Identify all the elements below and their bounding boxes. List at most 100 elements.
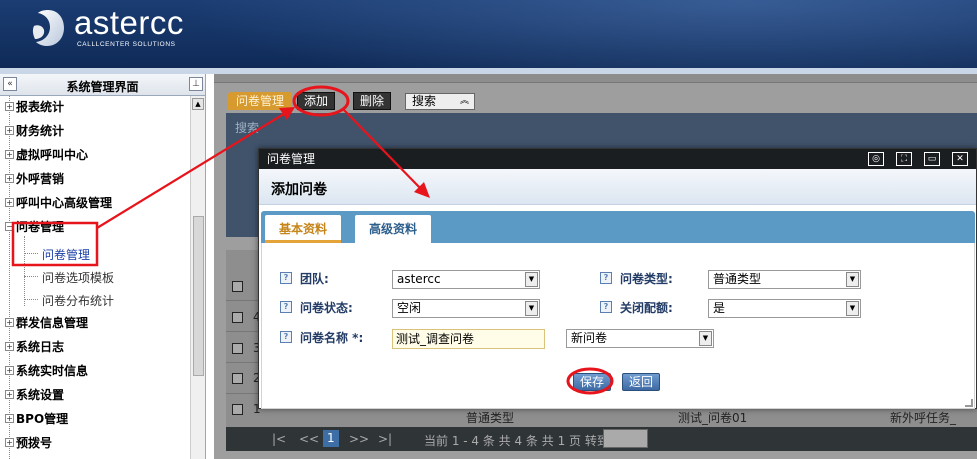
brand-name: astercc (74, 4, 184, 41)
scroll-thumb[interactable] (193, 216, 204, 376)
team-select-value: astercc (397, 272, 441, 286)
sidebar-pin-button[interactable]: ⊥ (189, 77, 203, 91)
first-page-button[interactable]: |< (272, 432, 286, 446)
survey-name-input[interactable]: 测试_调查问卷 (392, 329, 545, 349)
expand-icon[interactable]: + (5, 174, 14, 183)
survey-type-label: 问卷类型: (620, 272, 673, 286)
expand-icon[interactable]: + (5, 150, 14, 159)
survey-name-select[interactable]: 新问卷 ▼ (566, 329, 714, 348)
sidebar-item-system-log[interactable]: + 系统日志 (0, 338, 64, 360)
dialog-window-title: 问卷管理 (267, 152, 316, 166)
last-page-button[interactable]: >| (378, 432, 392, 446)
table-cell-type: 普通类型 (466, 411, 515, 425)
search-toggle-button[interactable]: 搜索 ︽ (405, 93, 475, 110)
close-quota-select[interactable]: 是 ▼ (708, 299, 861, 318)
resize-handle[interactable] (965, 399, 973, 407)
brand-tagline: CALLLCENTER SOLUTIONS (77, 41, 176, 48)
expand-icon[interactable]: + (5, 102, 14, 111)
expand-icon[interactable]: + (5, 414, 14, 423)
expand-icon[interactable]: + (5, 126, 14, 135)
next-page-button[interactable]: >> (349, 432, 369, 446)
dialog-header: 添加问卷 (259, 169, 976, 205)
row-checkbox[interactable] (232, 312, 243, 323)
subtree-connector (24, 236, 25, 306)
chevron-down-icon: ▼ (699, 331, 712, 346)
expand-icon[interactable]: + (5, 390, 14, 399)
astercc-logo-icon (32, 10, 64, 46)
sidebar-title: 系统管理界面 (66, 80, 139, 94)
sidebar-item-reports[interactable]: + 报表统计 (0, 98, 64, 120)
survey-name-select-value: 新问卷 (571, 331, 608, 345)
pager-summary: 当前 1 - 4 条 共 4 条 共 1 页 转到 (424, 434, 609, 448)
close-icon[interactable]: ✕ (952, 152, 968, 166)
save-button[interactable]: 保存 (573, 373, 612, 391)
survey-status-value: 空闲 (397, 301, 422, 315)
collapse-icon[interactable]: − (5, 222, 14, 231)
chevron-down-icon: ▼ (525, 301, 538, 316)
help-icon[interactable]: ? (280, 301, 292, 313)
sidebar-item-survey-management[interactable]: − 问卷管理 (0, 218, 64, 240)
survey-type-select[interactable]: 普通类型 ▼ (708, 270, 861, 289)
sidebar-item-bpo[interactable]: + BPO管理 (0, 410, 68, 432)
help-icon[interactable]: ? (280, 272, 292, 284)
close-quota-label: 关闭配额: (620, 301, 673, 315)
add-button[interactable]: 添加 (297, 92, 336, 110)
sidebar-subitem-distribution-stats[interactable]: 问卷分布统计 (42, 292, 114, 309)
prev-page-button[interactable]: << (299, 432, 319, 446)
help-icon[interactable]: ? (600, 301, 612, 313)
goto-page-input[interactable] (603, 429, 648, 448)
dialog-heading: 添加问卷 (271, 182, 327, 198)
header-glow (180, 0, 977, 68)
sidebar-item-broadcast[interactable]: + 群发信息管理 (0, 314, 88, 336)
expand-icon[interactable]: + (5, 342, 14, 351)
team-select[interactable]: astercc ▼ (392, 270, 540, 289)
scroll-up-icon[interactable]: ▲ (192, 98, 204, 110)
expand-icon[interactable]: + (5, 198, 14, 207)
chevron-down-icon: ▼ (846, 272, 859, 287)
sidebar-item-system-realtime[interactable]: + 系统实时信息 (0, 362, 88, 384)
expand-icon[interactable]: + (5, 366, 14, 375)
row-checkbox[interactable] (232, 404, 243, 415)
table-cell-name: 测试_问卷01 (678, 411, 748, 425)
chevron-down-icon: ▼ (846, 301, 859, 316)
row-checkbox[interactable] (232, 343, 243, 354)
sidebar-item-virtual-callcenter[interactable]: + 虚拟呼叫中心 (0, 146, 88, 168)
back-button[interactable]: 返回 (622, 373, 661, 391)
restore-icon[interactable]: ◎ (868, 152, 884, 166)
survey-status-select[interactable]: 空闲 ▼ (392, 299, 540, 318)
expand-icon[interactable]: + (5, 318, 14, 327)
sidebar-subitem-survey[interactable]: 问卷管理 (42, 246, 90, 263)
sidebar-subitem-option-template[interactable]: 问卷选项模板 (42, 269, 114, 286)
delete-button[interactable]: 删除 (353, 92, 392, 110)
subtree-branch (24, 276, 38, 277)
dialog-titlebar: 问卷管理 ◎ ⛶ ▭ ✕ (259, 149, 976, 169)
expand-icon[interactable]: + (5, 438, 14, 447)
double-chevron-up-icon: ︽ (459, 96, 469, 106)
help-icon[interactable]: ? (600, 272, 612, 284)
sidebar-item-predial[interactable]: + 预拨号 (0, 434, 52, 456)
sidebar-item-system-settings[interactable]: + 系统设置 (0, 386, 64, 408)
minimize-icon[interactable]: ▭ (924, 152, 940, 166)
sidebar-tree: + 报表统计 + 财务统计 + 虚拟呼叫中心 + 外呼营销 + 呼叫中心高级管理 − 问卷管… (0, 96, 190, 459)
subtree-branch (24, 253, 38, 254)
team-label: 团队: (300, 272, 329, 286)
current-page[interactable]: 1 (323, 430, 339, 447)
search-toggle-label: 搜索 (412, 94, 437, 108)
sidebar-scrollbar[interactable]: ▲ (190, 96, 205, 459)
tab-advanced-info[interactable]: 高级资料 (355, 215, 432, 243)
search-panel-label: 搜索 (235, 121, 260, 135)
maximize-icon[interactable]: ⛶ (896, 152, 912, 166)
sidebar-item-outbound-marketing[interactable]: + 外呼营销 (0, 170, 64, 192)
sidebar-item-finance[interactable]: + 财务统计 (0, 122, 64, 144)
select-all-checkbox[interactable] (232, 281, 243, 292)
tab-survey-management[interactable]: 问卷管理 (228, 92, 293, 110)
close-quota-value: 是 (713, 301, 726, 315)
chevron-down-icon: ▼ (525, 272, 538, 287)
sidebar-item-callcenter-advanced[interactable]: + 呼叫中心高级管理 (0, 194, 112, 216)
survey-type-value: 普通类型 (713, 272, 762, 286)
survey-name-label: 问卷名称 *: (300, 331, 364, 345)
app-header: astercc CALLLCENTER SOLUTIONS (0, 0, 977, 68)
help-icon[interactable]: ? (280, 331, 292, 343)
tab-basic-info[interactable]: 基本资料 (265, 215, 342, 243)
row-checkbox[interactable] (232, 373, 243, 384)
